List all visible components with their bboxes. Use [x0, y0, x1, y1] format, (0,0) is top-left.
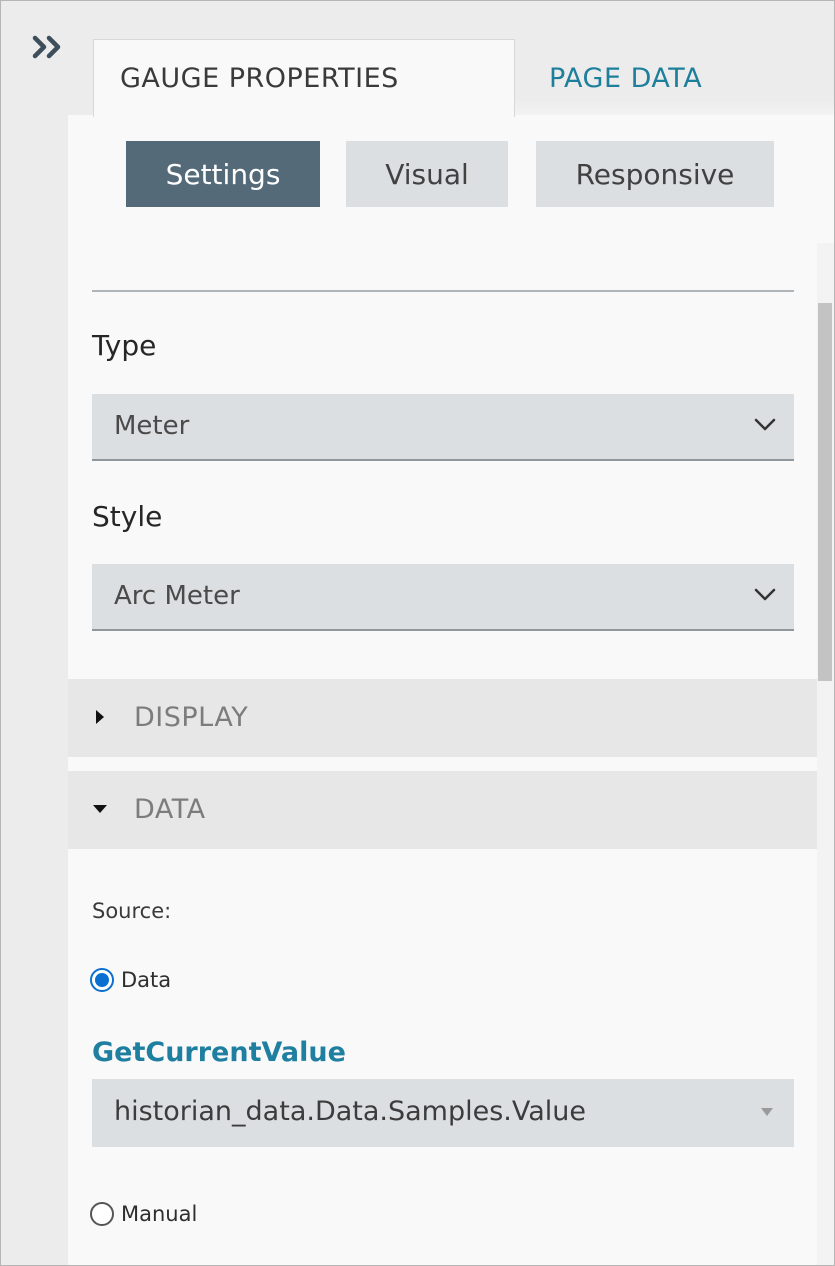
chevron-down-icon: [754, 418, 776, 431]
double-chevron-right-icon[interactable]: [29, 31, 73, 63]
section-divider: [92, 290, 794, 292]
caret-right-icon: [96, 710, 104, 724]
style-label: Style: [92, 500, 163, 533]
properties-panel-frame: GAUGE PROPERTIES PAGE DATA Settings Visu…: [0, 0, 835, 1266]
subtab-settings[interactable]: Settings: [126, 141, 320, 207]
type-select-value: Meter: [114, 411, 190, 441]
radio-data-label: Data: [121, 968, 172, 992]
dropdown-arrow-icon: [761, 1108, 773, 1116]
caret-down-icon: [93, 805, 107, 813]
radio-manual-label: Manual: [121, 1202, 198, 1226]
type-select[interactable]: Meter: [92, 394, 794, 461]
radio-data[interactable]: [90, 968, 114, 992]
chevron-down-icon: [754, 588, 776, 601]
subtab-responsive-label: Responsive: [575, 157, 735, 191]
source-option-manual[interactable]: Manual: [90, 1197, 197, 1231]
subtab-visual[interactable]: Visual: [346, 141, 508, 207]
section-data-title: DATA: [134, 794, 206, 825]
type-label: Type: [92, 329, 157, 362]
properties-content: Settings Visual Responsive Type Meter St…: [68, 115, 834, 1265]
tab-gauge-properties[interactable]: GAUGE PROPERTIES: [93, 39, 515, 117]
source-label: Source:: [92, 899, 172, 923]
tab-page-data[interactable]: PAGE DATA: [515, 39, 834, 117]
subtab-visual-label: Visual: [385, 157, 469, 191]
tab-gauge-properties-label: GAUGE PROPERTIES: [120, 63, 399, 94]
section-display-header[interactable]: DISPLAY: [68, 679, 817, 757]
tab-page-data-label: PAGE DATA: [549, 62, 703, 94]
style-select-value: Arc Meter: [114, 581, 240, 611]
scrollbar-thumb[interactable]: [818, 303, 832, 681]
section-data-header[interactable]: DATA: [68, 771, 817, 849]
subtab-responsive[interactable]: Responsive: [536, 141, 774, 207]
section-display-title: DISPLAY: [134, 702, 249, 733]
query-value-text: historian_data.Data.Samples.Value: [114, 1096, 587, 1127]
style-select[interactable]: Arc Meter: [92, 564, 794, 631]
source-option-data[interactable]: Data: [90, 963, 171, 997]
subtab-settings-label: Settings: [165, 157, 281, 191]
query-link[interactable]: GetCurrentValue: [92, 1037, 346, 1068]
query-value-select[interactable]: historian_data.Data.Samples.Value: [92, 1079, 794, 1147]
radio-manual[interactable]: [90, 1202, 114, 1226]
